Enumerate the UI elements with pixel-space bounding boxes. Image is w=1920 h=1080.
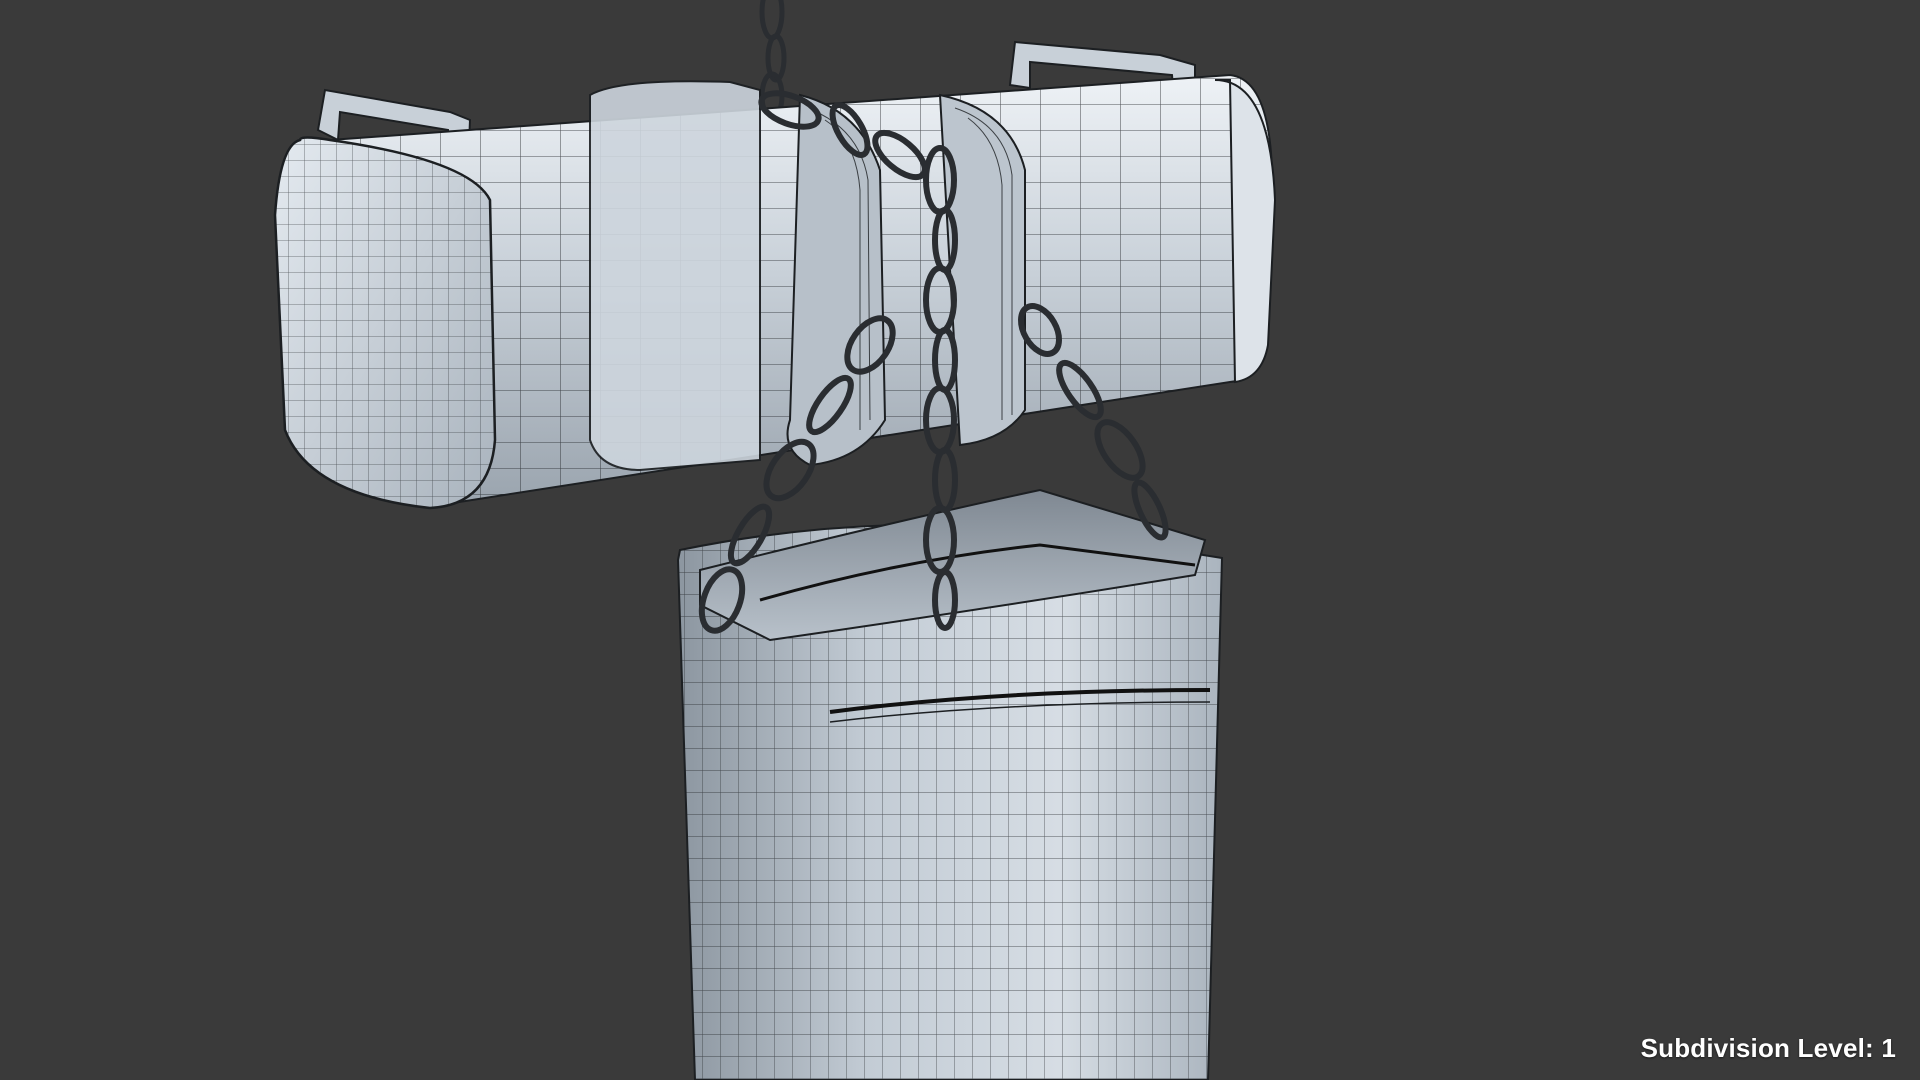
subdivision-level-label: Subdivision Level: 1 — [1640, 1033, 1896, 1063]
3d-viewport[interactable]: Subdivision Level: 1 — [0, 0, 1920, 1080]
top-chain-icon — [759, 0, 787, 121]
hoist-model — [273, 0, 1277, 1080]
